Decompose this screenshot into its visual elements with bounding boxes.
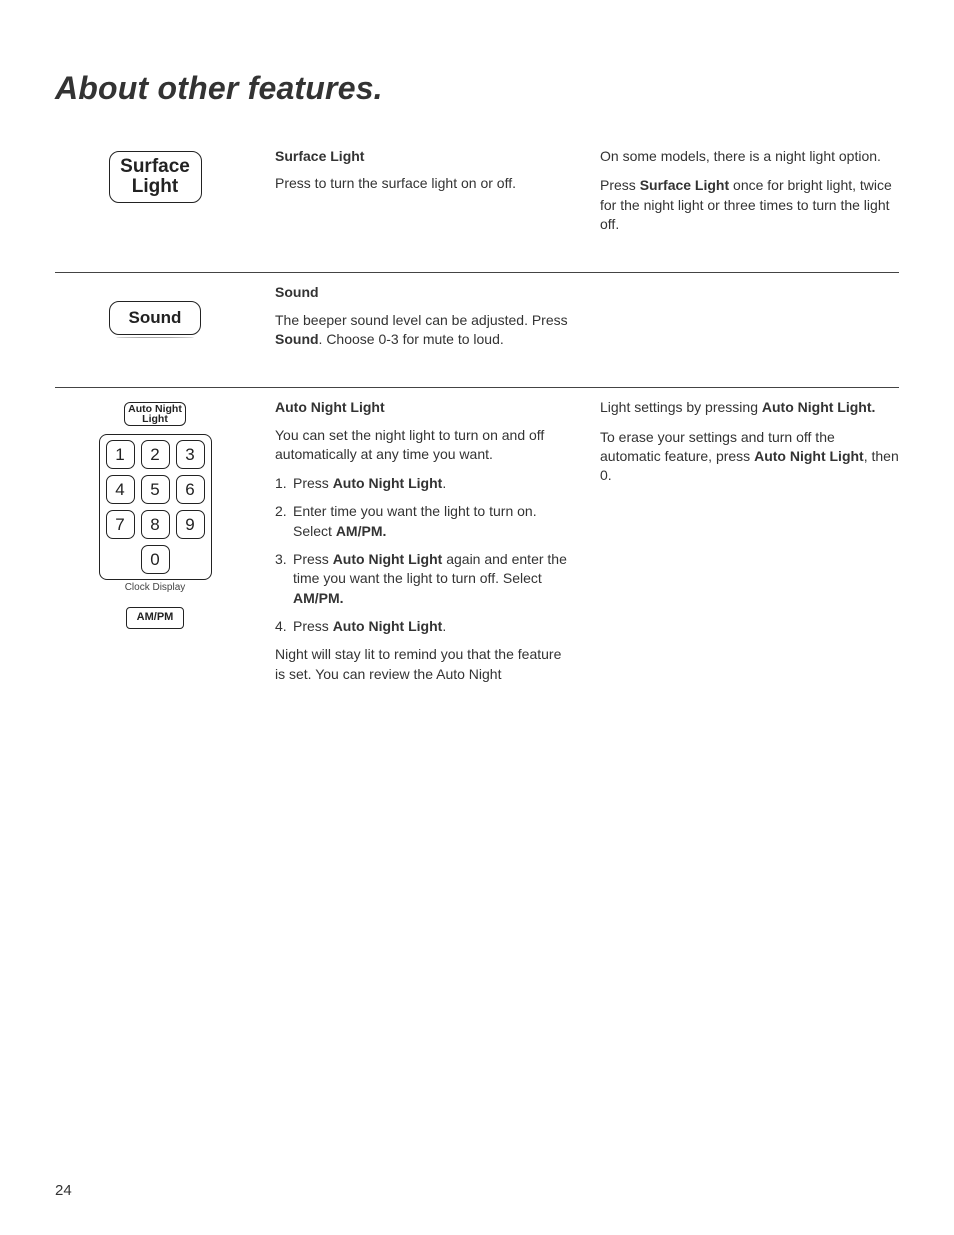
anl-step-3: Press Auto Night Light again and enter t…	[275, 550, 574, 608]
sound-heading: Sound	[275, 283, 574, 302]
key-5: 5	[141, 475, 170, 504]
key-1: 1	[106, 440, 135, 469]
am-pm-button: AM/PM	[126, 607, 184, 629]
surface-light-heading: Surface Light	[275, 147, 574, 166]
surface-light-text: Press to turn the surface light on or of…	[275, 174, 574, 193]
surface-light-col-left: Surface Light Press to turn the surface …	[275, 147, 574, 244]
key-6: 6	[176, 475, 205, 504]
surface-light-right-p1: On some models, there is a night light o…	[600, 147, 899, 166]
sound-col-right	[600, 283, 899, 359]
anl-steps: Press Auto Night Light. Enter time you w…	[275, 474, 574, 636]
keypad: 1 2 3 4 5 6 7 8 9 0	[99, 434, 212, 580]
section-sound: Sound Sound The beeper sound level can b…	[55, 273, 899, 387]
key-4: 4	[106, 475, 135, 504]
sound-col-left: Sound The beeper sound level can be adju…	[275, 283, 574, 359]
illustration-auto-night-light: Auto Night Light 1 2 3 4 5 6 7 8 9 0 Clo…	[55, 398, 255, 629]
section-surface-light: Surface Light Surface Light Press to tur…	[55, 137, 899, 272]
page-number: 24	[55, 1182, 72, 1199]
anl-col-right: Light settings by pressing Auto Night Li…	[600, 398, 899, 694]
anl-intro: You can set the night light to turn on a…	[275, 426, 574, 465]
anl-right-p2: To erase your settings and turn off the …	[600, 428, 899, 486]
surface-light-col-right: On some models, there is a night light o…	[600, 147, 899, 244]
section-auto-night-light: Auto Night Light 1 2 3 4 5 6 7 8 9 0 Clo…	[55, 388, 899, 694]
anl-step-2: Enter time you want the light to turn on…	[275, 502, 574, 541]
key-9: 9	[176, 510, 205, 539]
sound-button: Sound	[109, 301, 201, 335]
illustration-sound: Sound	[55, 283, 255, 335]
key-0: 0	[141, 545, 170, 574]
anl-right-p1: Light settings by pressing Auto Night Li…	[600, 398, 899, 417]
anl-step-1: Press Auto Night Light.	[275, 474, 574, 493]
key-3: 3	[176, 440, 205, 469]
key-2: 2	[141, 440, 170, 469]
anl-tail: Night will stay lit to remind you that t…	[275, 645, 574, 684]
clock-display-label: Clock Display	[125, 582, 186, 593]
key-8: 8	[141, 510, 170, 539]
surface-light-button: Surface Light	[109, 151, 202, 203]
illustration-surface-light: Surface Light	[55, 147, 255, 203]
page-title: About other features.	[55, 70, 899, 107]
anl-step-4: Press Auto Night Light.	[275, 617, 574, 636]
anl-col-left: Auto Night Light You can set the night l…	[275, 398, 574, 694]
surface-light-right-p2: Press Surface Light once for bright ligh…	[600, 176, 899, 234]
anl-heading: Auto Night Light	[275, 398, 574, 417]
key-7: 7	[106, 510, 135, 539]
auto-night-light-button: Auto Night Light	[124, 402, 186, 426]
sound-text: The beeper sound level can be adjusted. …	[275, 311, 574, 350]
